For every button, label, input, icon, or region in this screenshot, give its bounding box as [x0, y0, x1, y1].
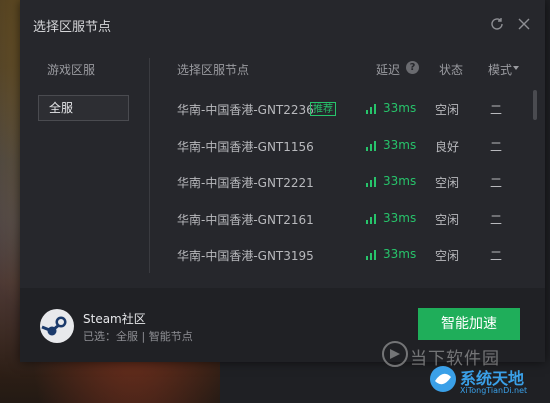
recommend-badge: 推荐: [310, 102, 336, 116]
node-name: 华南-中国香港-GNT2236: [177, 103, 314, 117]
status-column-header: 状态: [439, 63, 464, 77]
signal-icon: [366, 140, 376, 151]
server-select-dialog: 选择区服节点 游戏区服 全服 选择区服节点 延迟 ? 状态 模式 华南-中国香港…: [20, 0, 545, 362]
latency-value: 33ms: [383, 247, 417, 261]
signal-icon: [366, 250, 376, 260]
latency-value: 33ms: [383, 174, 417, 188]
mode-value: 二: [490, 176, 503, 190]
node-name: 华南-中国香港-GNT2221: [177, 176, 314, 190]
region-all-button[interactable]: 全服: [38, 95, 129, 121]
node-table-header: 选择区服节点 延迟 ? 状态 模式: [150, 50, 545, 85]
close-icon[interactable]: [516, 16, 532, 32]
latency-column-header: 延迟: [376, 63, 401, 77]
node-list: 华南-中国香港-GNT2236 推荐 33ms 空闲 二 华南-中国香港-GNT…: [150, 90, 535, 273]
node-row[interactable]: 华南-中国香港-GNT3195 33ms 空闲 二: [150, 236, 535, 273]
node-row[interactable]: 华南-中国香港-GNT2221 33ms 空闲 二: [150, 163, 535, 200]
signal-icon: [366, 177, 376, 187]
region-header: 游戏区服: [47, 63, 96, 77]
latency-value: 33ms: [383, 210, 417, 225]
dialog-title: 选择区服节点: [33, 20, 112, 35]
watermark-logo-icon: [382, 341, 408, 367]
node-list-scrollbar[interactable]: [533, 90, 537, 120]
status-value: 空闲: [435, 176, 460, 190]
node-name: 华南-中国香港-GNT3195: [177, 249, 314, 263]
help-icon[interactable]: ?: [406, 61, 419, 74]
mode-value: 二: [490, 139, 503, 154]
steam-logo-icon: [40, 309, 74, 343]
latency-value: 33ms: [383, 101, 417, 115]
status-value: 空闲: [435, 212, 460, 227]
node-row[interactable]: 华南-中国香港-GNT1156 33ms 良好 二: [150, 127, 535, 164]
status-value: 良好: [435, 139, 460, 154]
latency-value: 33ms: [383, 137, 417, 152]
node-row[interactable]: 华南-中国香港-GNT2161 33ms 空闲 二: [150, 200, 535, 237]
watermark-url: XiTongTianDi.net: [460, 386, 528, 395]
mode-dropdown[interactable]: 模式: [488, 61, 512, 78]
refresh-icon[interactable]: [489, 16, 505, 32]
status-value: 空闲: [435, 103, 460, 117]
mode-value: 二: [490, 212, 503, 227]
node-name: 华南-中国香港-GNT2161: [177, 212, 314, 227]
node-row[interactable]: 华南-中国香港-GNT2236 推荐 33ms 空闲 二: [150, 90, 535, 127]
node-name: 华南-中国香港-GNT1156: [177, 139, 314, 154]
signal-icon: [366, 104, 376, 114]
region-column: 游戏区服 全服: [20, 50, 150, 280]
mode-value: 二: [490, 249, 503, 263]
mode-value: 二: [490, 103, 503, 117]
node-column-header: 选择区服节点: [177, 63, 250, 77]
status-value: 空闲: [435, 249, 460, 263]
dialog-titlebar: 选择区服节点: [20, 0, 545, 50]
watermark-brand-icon: [430, 366, 456, 392]
game-name: Steam社区: [83, 312, 146, 326]
smart-accelerate-button[interactable]: 智能加速: [418, 308, 520, 340]
signal-icon: [366, 213, 376, 224]
chevron-down-icon[interactable]: [513, 66, 519, 70]
selection-summary: 已选：全服 | 智能节点: [83, 330, 193, 343]
